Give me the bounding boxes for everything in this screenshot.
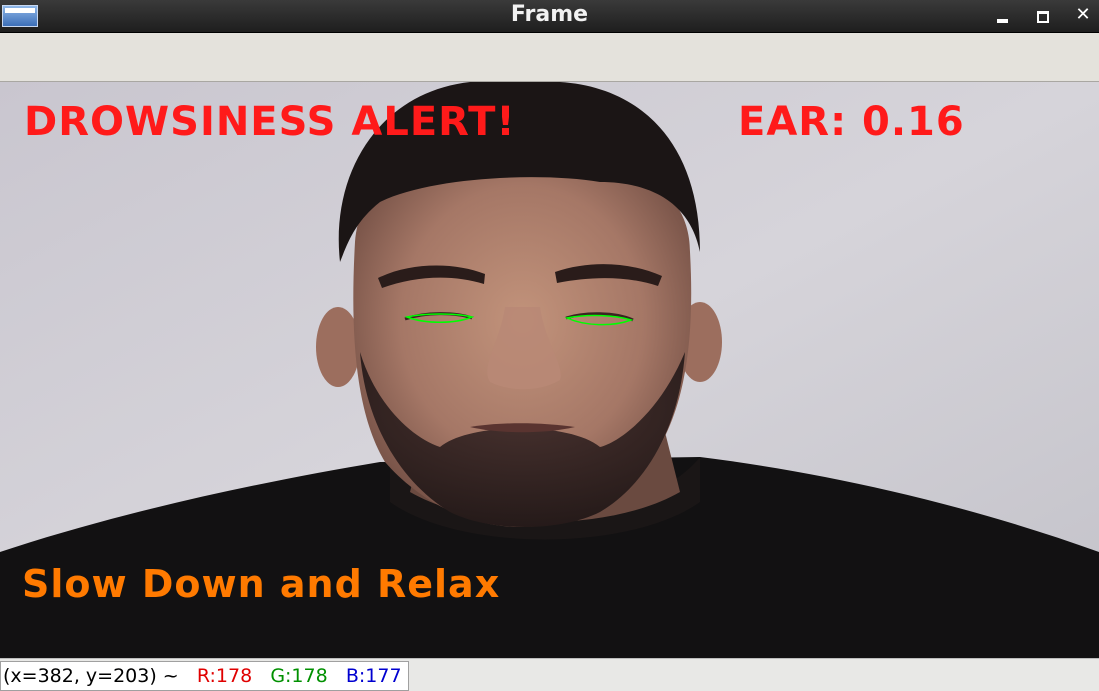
minimize-button[interactable] — [991, 4, 1015, 28]
toolbar-area — [0, 33, 1099, 82]
close-button[interactable]: ✕ — [1071, 4, 1095, 28]
red-channel-value: R:178 — [196, 665, 253, 687]
video-frame[interactable]: DROWSINESS ALERT! EAR: 0.16 Slow Down an… — [0, 82, 1099, 658]
blue-channel-value: B:177 — [345, 665, 402, 687]
green-channel-value: G:178 — [270, 665, 328, 687]
drowsiness-alert-text: DROWSINESS ALERT! — [24, 99, 516, 145]
close-icon: ✕ — [1075, 4, 1091, 25]
window-title: Frame — [510, 2, 589, 27]
pixel-info: (x=382, y=203) ~ R:178 G:178 B:177 — [0, 661, 409, 691]
status-bar: (x=382, y=203) ~ R:178 G:178 B:177 — [0, 658, 1099, 691]
maximize-icon — [1037, 11, 1049, 23]
cursor-coordinates: (x=382, y=203) ~ — [3, 665, 179, 687]
relax-message-text: Slow Down and Relax — [22, 562, 501, 606]
app-window: Frame ✕ DROWSINESS ALERT! EAR: 0.16 Slow… — [0, 0, 1099, 691]
title-bar[interactable]: Frame ✕ — [0, 0, 1099, 33]
minimize-icon — [997, 19, 1008, 23]
maximize-button[interactable] — [1031, 4, 1055, 28]
ear-value-text: EAR: 0.16 — [738, 99, 965, 145]
